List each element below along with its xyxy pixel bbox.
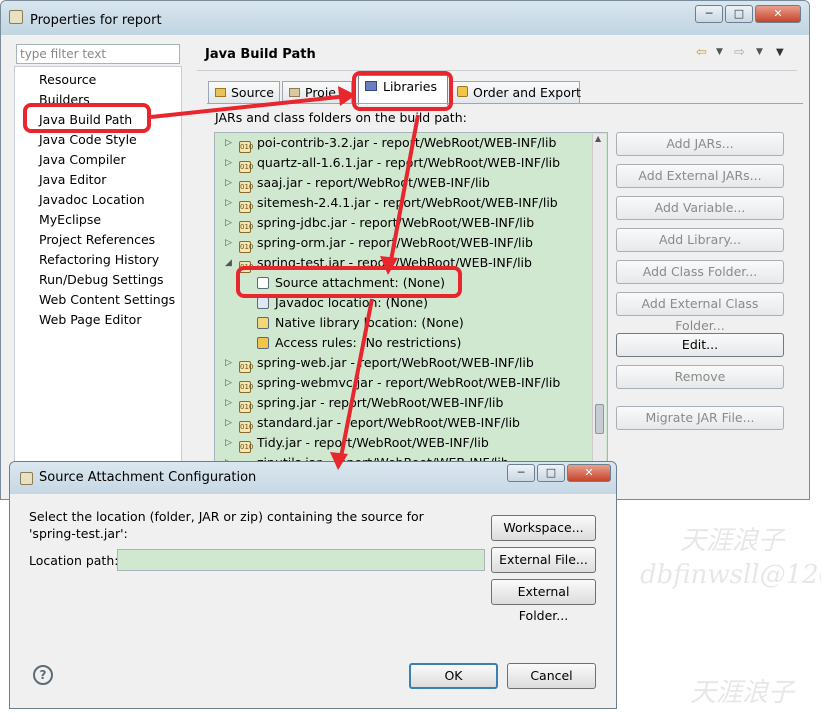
- arrow-to-source-attachment: [388, 114, 420, 267]
- annotation-arrows: [150, 86, 420, 470]
- arrow-to-dialog: [338, 298, 374, 463]
- arrowhead-libraries: [338, 86, 356, 106]
- arrowhead-dialog: [330, 452, 348, 470]
- arrowhead-source-attachment: [380, 256, 398, 275]
- arrow-to-libraries: [150, 94, 349, 119]
